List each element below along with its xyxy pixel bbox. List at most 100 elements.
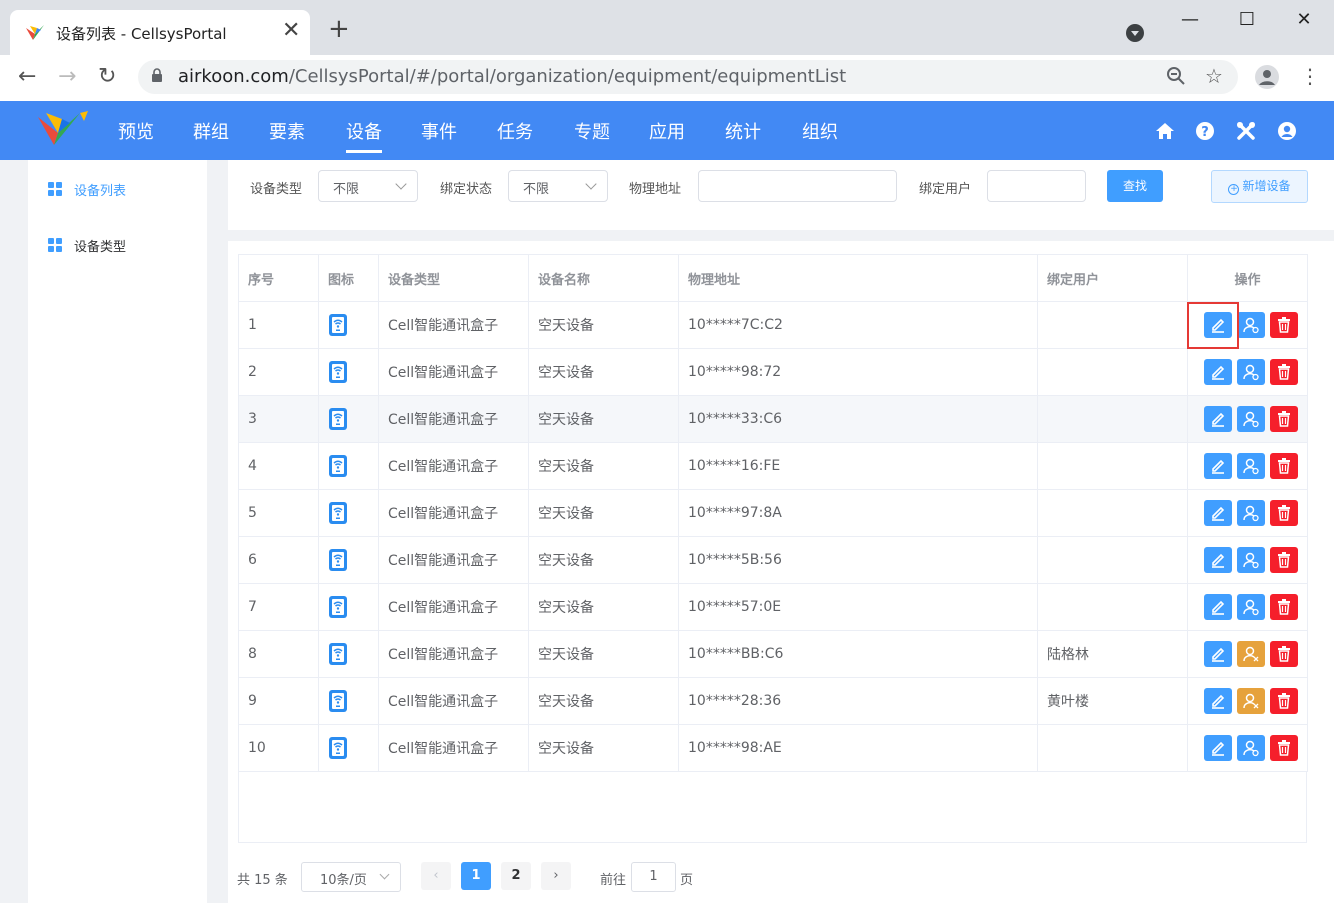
menu-item-6[interactable]: 专题 xyxy=(574,118,610,144)
device-wifi-icon xyxy=(329,408,347,430)
chevron-down-icon xyxy=(585,178,597,190)
tab-search-icon[interactable] xyxy=(1126,24,1144,42)
lock-icon xyxy=(152,68,162,82)
sidebar-item-label: 设备类型 xyxy=(74,240,127,255)
menu-item-7[interactable]: 应用 xyxy=(649,118,685,144)
help-icon[interactable]: ? xyxy=(1195,121,1215,141)
bind-user-button[interactable] xyxy=(1237,594,1265,620)
delete-button[interactable] xyxy=(1270,547,1298,573)
tab-close-icon[interactable]: ✕ xyxy=(282,19,300,43)
delete-button[interactable] xyxy=(1270,453,1298,479)
search-button[interactable]: 查找 xyxy=(1107,170,1163,202)
cell-mac: 10*****7C:C2 xyxy=(678,301,1038,349)
page-size-select[interactable]: 10条/页 xyxy=(301,862,401,892)
delete-button[interactable] xyxy=(1270,359,1298,385)
app-logo[interactable] xyxy=(36,109,92,151)
menu-item-4[interactable]: 事件 xyxy=(421,118,457,144)
bind-status-select[interactable]: 不限 xyxy=(508,170,608,202)
home-icon[interactable] xyxy=(1155,121,1175,141)
bind-user-button[interactable] xyxy=(1237,359,1265,385)
profile-icon[interactable] xyxy=(1255,65,1279,89)
cell-device-name: 空天设备 xyxy=(528,395,679,443)
cell-device-name: 空天设备 xyxy=(528,536,679,584)
maximize-icon[interactable]: ☐ xyxy=(1227,6,1267,34)
next-page-button[interactable]: › xyxy=(541,862,571,890)
menu-item-5[interactable]: 任务 xyxy=(497,118,533,144)
edit-button[interactable] xyxy=(1204,688,1232,714)
edit-button[interactable] xyxy=(1204,641,1232,667)
browser-menu-icon[interactable]: ⋮ xyxy=(1300,64,1320,88)
cell-device-type: Cell智能通讯盒子 xyxy=(378,583,529,631)
user-icon[interactable] xyxy=(1277,121,1297,141)
cell-icon xyxy=(318,442,379,490)
bind-user-button[interactable] xyxy=(1237,500,1265,526)
sidebar-item-device-list[interactable]: 设备列表 xyxy=(48,177,198,201)
goto-page-input[interactable]: 1 xyxy=(631,862,676,892)
edit-button[interactable] xyxy=(1204,359,1232,385)
cell-actions xyxy=(1187,536,1308,584)
cell-device-name: 空天设备 xyxy=(528,348,679,396)
delete-button[interactable] xyxy=(1270,500,1298,526)
cell-mac: 10*****97:8A xyxy=(678,489,1038,537)
menu-item-3[interactable]: 设备 xyxy=(346,118,382,153)
device-type-select[interactable]: 不限 xyxy=(318,170,418,202)
unbind-user-button[interactable] xyxy=(1237,641,1265,667)
mac-address-input[interactable] xyxy=(698,170,897,202)
cell-actions xyxy=(1187,489,1308,537)
bookmark-star-icon[interactable]: ☆ xyxy=(1205,64,1223,88)
bind-user-button[interactable] xyxy=(1237,406,1265,432)
reload-icon[interactable]: ↻ xyxy=(98,63,116,91)
bind-user-button[interactable] xyxy=(1237,547,1265,573)
delete-button[interactable] xyxy=(1270,594,1298,620)
delete-button[interactable] xyxy=(1270,735,1298,761)
back-icon[interactable]: ← xyxy=(18,63,36,91)
page-size-value: 10条/页 xyxy=(320,873,367,888)
menu-item-8[interactable]: 统计 xyxy=(725,118,761,144)
bind-user-button[interactable] xyxy=(1237,735,1265,761)
edit-button[interactable] xyxy=(1204,547,1232,573)
page-1-button[interactable]: 1 xyxy=(461,862,491,890)
cell-index: 8 xyxy=(238,630,319,678)
url-text[interactable]: airkoon.com/CellsysPortal/#/portal/organ… xyxy=(178,66,846,87)
delete-button[interactable] xyxy=(1270,406,1298,432)
edit-button[interactable] xyxy=(1204,594,1232,620)
zoom-icon[interactable] xyxy=(1166,66,1186,86)
prev-page-button[interactable]: ‹ xyxy=(421,862,451,890)
delete-button[interactable] xyxy=(1270,312,1298,338)
forward-icon[interactable]: → xyxy=(58,63,76,91)
new-tab-icon[interactable]: + xyxy=(328,16,350,42)
cell-mac: 10*****5B:56 xyxy=(678,536,1038,584)
cell-device-type: Cell智能通讯盒子 xyxy=(378,395,529,443)
table-header-row: 序号 图标 设备类型 设备名称 物理地址 绑定用户 操作 xyxy=(238,254,1308,302)
unbind-user-button[interactable] xyxy=(1237,688,1265,714)
menu-item-9[interactable]: 组织 xyxy=(802,118,838,144)
window-close-icon[interactable]: ✕ xyxy=(1284,6,1324,34)
menu-item-2[interactable]: 要素 xyxy=(269,118,305,144)
minimize-icon[interactable]: — xyxy=(1170,6,1210,34)
cell-bound-user xyxy=(1037,489,1188,537)
bind-user-button[interactable] xyxy=(1237,453,1265,479)
delete-button[interactable] xyxy=(1270,641,1298,667)
page-2-button[interactable]: 2 xyxy=(501,862,531,890)
edit-button[interactable] xyxy=(1204,500,1232,526)
table-row: 3 Cell智能通讯盒子 空天设备 10*****33:C6 xyxy=(238,395,1308,443)
cell-index: 3 xyxy=(238,395,319,443)
browser-tab[interactable]: 设备列表 - CellsysPortal ✕ xyxy=(10,10,310,55)
bind-user-button[interactable] xyxy=(1237,312,1265,338)
plus-circle-icon: + xyxy=(1228,184,1240,195)
edit-button[interactable] xyxy=(1204,406,1232,432)
tools-icon[interactable] xyxy=(1236,121,1256,141)
app-favicon-icon xyxy=(26,25,44,40)
cell-actions xyxy=(1187,348,1308,396)
delete-button[interactable] xyxy=(1270,688,1298,714)
edit-button[interactable] xyxy=(1204,735,1232,761)
add-device-button[interactable]: + 新增设备 xyxy=(1211,170,1308,203)
cell-icon xyxy=(318,489,379,537)
cell-actions xyxy=(1187,724,1308,772)
edit-button[interactable] xyxy=(1204,453,1232,479)
cell-index: 7 xyxy=(238,583,319,631)
menu-item-1[interactable]: 群组 xyxy=(193,118,229,144)
bound-user-input[interactable] xyxy=(987,170,1086,202)
menu-item-0[interactable]: 预览 xyxy=(118,118,154,144)
sidebar-item-device-type[interactable]: 设备类型 xyxy=(48,233,198,257)
